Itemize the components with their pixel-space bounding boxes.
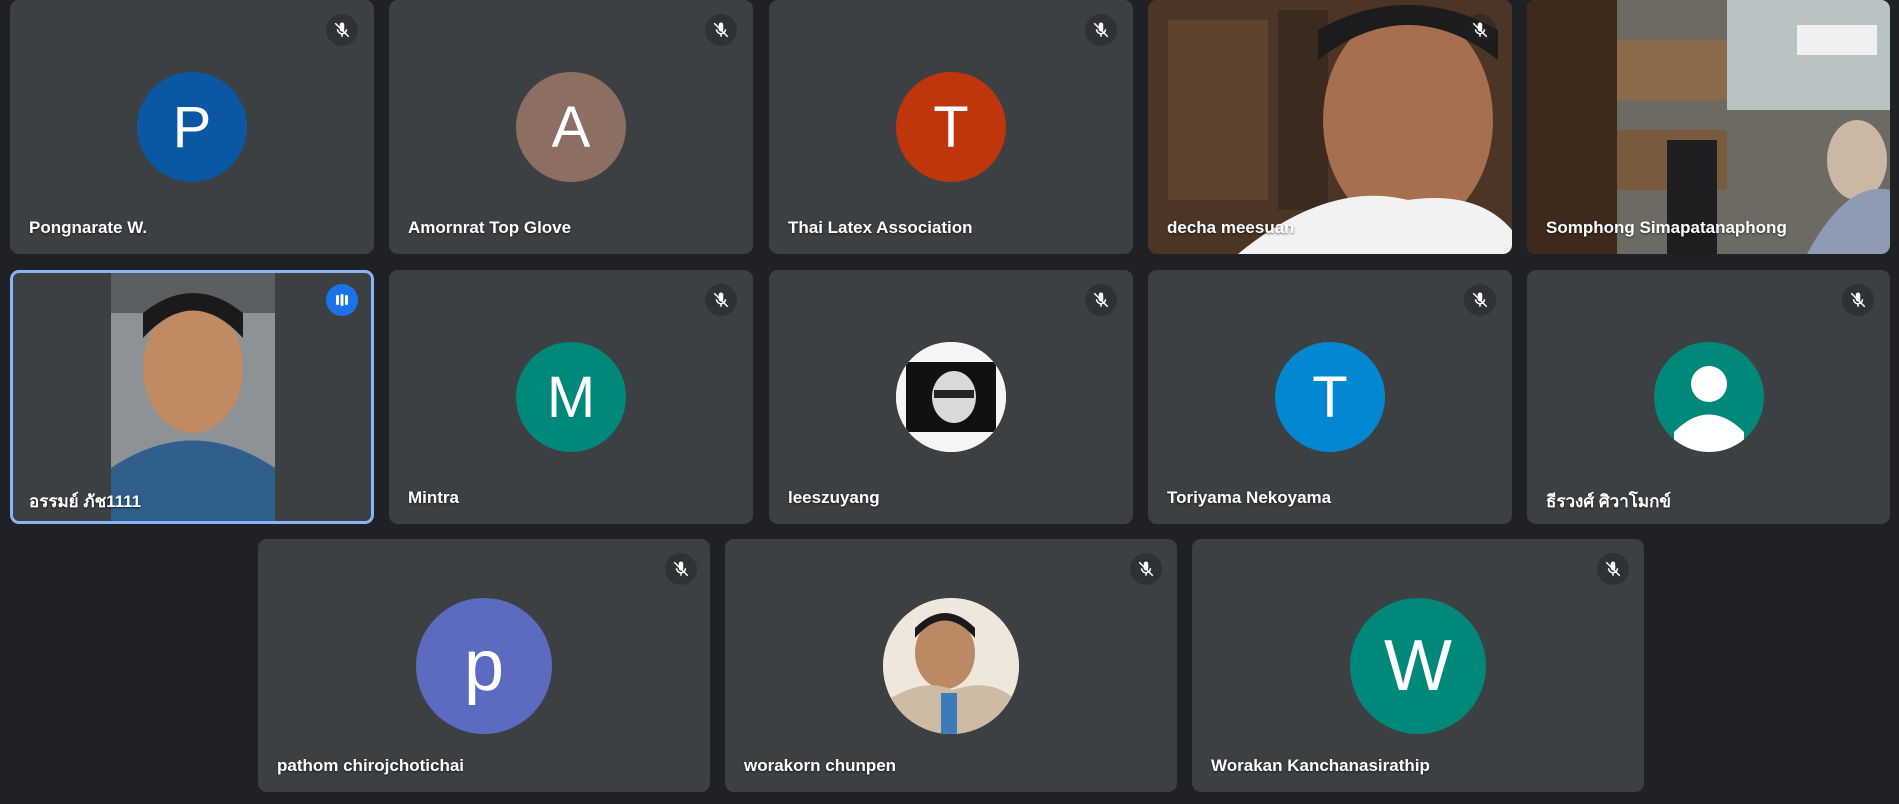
profile-photo bbox=[883, 598, 1019, 734]
participant-name: decha meesuan bbox=[1167, 218, 1295, 237]
mic-off-icon bbox=[705, 284, 737, 316]
participant-tile[interactable]: ธีรวงศ์ ศิวาโมกข์ bbox=[1527, 270, 1890, 524]
avatar: T bbox=[1275, 342, 1385, 452]
participant-name: worakorn chunpen bbox=[744, 756, 897, 775]
person-icon bbox=[1674, 366, 1744, 452]
mic-off-icon bbox=[1130, 553, 1162, 585]
avatar: T bbox=[896, 72, 1006, 182]
mic-off-icon bbox=[1597, 553, 1629, 585]
participant-name: อรรมย์ ภัช1111 bbox=[29, 492, 142, 511]
participant-tile[interactable]: P Pongnarate W. bbox=[10, 0, 374, 254]
mic-off-icon bbox=[1085, 14, 1117, 46]
avatar: W bbox=[1350, 598, 1486, 734]
mic-off-icon bbox=[326, 14, 358, 46]
participant-tile[interactable]: T Thai Latex Association bbox=[769, 0, 1133, 254]
participant-tile[interactable]: M Mintra bbox=[389, 270, 753, 524]
camera-video bbox=[111, 273, 275, 521]
participant-name: Pongnarate W. bbox=[29, 218, 148, 237]
participant-tile[interactable]: p pathom chirojchotichai bbox=[258, 539, 710, 792]
participant-tile[interactable]: T Toriyama Nekoyama bbox=[1148, 270, 1512, 524]
avatar: M bbox=[516, 342, 626, 452]
default-person-avatar bbox=[1654, 342, 1764, 452]
participant-tile[interactable]: decha meesuan bbox=[1148, 0, 1512, 254]
participant-name: pathom chirojchotichai bbox=[277, 756, 465, 775]
mic-off-icon bbox=[1464, 14, 1496, 46]
camera-video bbox=[1527, 0, 1890, 254]
participant-tile[interactable]: A Amornrat Top Glove bbox=[389, 0, 753, 254]
participant-tile[interactable]: worakorn chunpen bbox=[725, 539, 1177, 792]
camera-video bbox=[1148, 0, 1512, 254]
avatar: p bbox=[416, 598, 552, 734]
participant-name: Thai Latex Association bbox=[788, 218, 973, 237]
mic-off-icon bbox=[705, 14, 737, 46]
participant-name: Worakan Kanchanasirathip bbox=[1211, 756, 1430, 775]
audio-level-icon bbox=[326, 284, 358, 316]
participant-tile[interactable]: Somphong Simapatanaphong bbox=[1527, 0, 1890, 254]
participant-name: Amornrat Top Glove bbox=[408, 218, 572, 237]
participant-name: ธีรวงศ์ ศิวาโมกข์ bbox=[1546, 492, 1672, 511]
participant-name: Mintra bbox=[408, 488, 459, 507]
mic-off-icon bbox=[1085, 284, 1117, 316]
participant-tile[interactable]: อรรมย์ ภัช1111 bbox=[10, 270, 374, 524]
mic-off-icon bbox=[1464, 284, 1496, 316]
participant-name: Toriyama Nekoyama bbox=[1167, 488, 1332, 507]
avatar: A bbox=[516, 72, 626, 182]
mic-off-icon bbox=[665, 553, 697, 585]
participant-name: Somphong Simapatanaphong bbox=[1546, 218, 1787, 237]
profile-photo bbox=[896, 342, 1006, 452]
participant-name: leeszuyang bbox=[788, 488, 880, 507]
mic-off-icon bbox=[1842, 284, 1874, 316]
participant-tile[interactable]: leeszuyang bbox=[769, 270, 1133, 524]
participant-tile[interactable]: W Worakan Kanchanasirathip bbox=[1192, 539, 1644, 792]
avatar: P bbox=[137, 72, 247, 182]
